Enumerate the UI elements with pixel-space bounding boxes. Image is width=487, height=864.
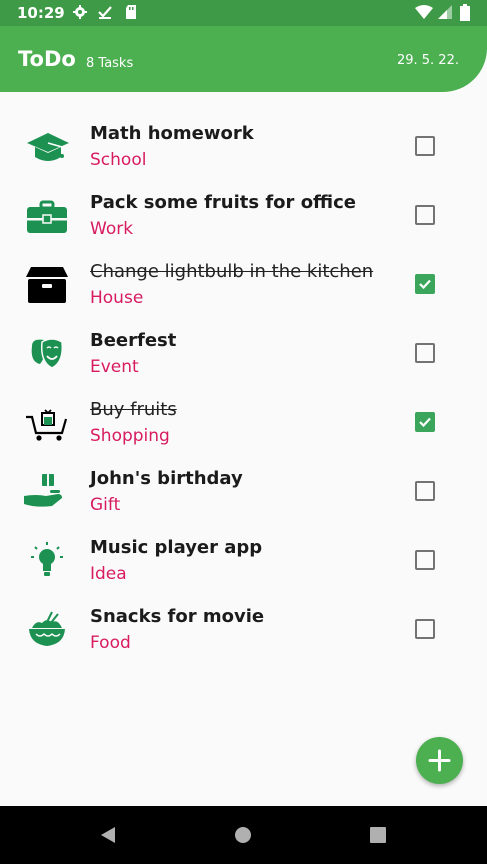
- app-title: ToDo: [18, 47, 76, 71]
- add-task-button[interactable]: [416, 737, 463, 784]
- task-category: Idea: [90, 564, 127, 584]
- task-title: Music player app: [90, 537, 263, 558]
- food-bowl-icon: [29, 611, 65, 646]
- graduation-cap-icon: [27, 133, 69, 161]
- wifi-icon: [415, 5, 433, 19]
- briefcase-icon: [27, 200, 67, 233]
- task-checkbox[interactable]: [415, 136, 435, 156]
- task-title: Buy fruits: [90, 399, 177, 420]
- task-item[interactable]: Music player app Idea: [0, 525, 487, 594]
- home-circle-icon[interactable]: [234, 826, 252, 844]
- status-bar: 10:29: [0, 0, 487, 26]
- signal-icon: [438, 5, 452, 19]
- settings-icon: [73, 5, 87, 19]
- task-title: Beerfest: [90, 330, 177, 351]
- task-count: 8 Tasks: [86, 56, 134, 71]
- task-category: Shopping: [90, 426, 170, 446]
- task-title: Pack some fruits for office: [90, 192, 357, 213]
- task-done-icon: [98, 6, 112, 19]
- task-title: Change lightbulb in the kitchen: [90, 261, 374, 282]
- back-triangle-icon[interactable]: [98, 825, 118, 845]
- task-title: Math homework: [90, 123, 254, 144]
- task-category: School: [90, 150, 147, 170]
- task-item[interactable]: Math homework School: [0, 111, 487, 180]
- current-date: 29. 5. 22.: [396, 53, 459, 68]
- task-checkbox[interactable]: [415, 205, 435, 225]
- task-title: John's birthday: [90, 468, 243, 489]
- system-nav-bar: [0, 806, 487, 864]
- task-category: Event: [90, 357, 139, 377]
- box-icon: [26, 267, 68, 303]
- theater-masks-icon: [31, 338, 64, 369]
- task-checkbox[interactable]: [415, 343, 435, 363]
- status-time: 10:29: [17, 4, 65, 22]
- gift-hand-icon: [24, 474, 62, 507]
- battery-icon: [460, 4, 470, 21]
- recents-square-icon[interactable]: [370, 827, 386, 843]
- lightbulb-icon: [31, 542, 63, 576]
- plus-icon: [428, 749, 451, 772]
- sd-card-icon: [126, 5, 136, 19]
- task-checkbox[interactable]: [415, 481, 435, 501]
- task-category: Work: [90, 219, 134, 239]
- task-checkbox[interactable]: [415, 619, 435, 639]
- task-item[interactable]: John's birthday Gift: [0, 456, 487, 525]
- task-item[interactable]: Beerfest Event: [0, 318, 487, 387]
- shopping-cart-icon: [26, 409, 68, 441]
- task-category: Gift: [90, 495, 121, 515]
- task-list: Math homework School Pack some fruits fo…: [0, 111, 487, 663]
- task-category: House: [90, 288, 144, 308]
- check-icon: [419, 417, 431, 428]
- task-checkbox[interactable]: [415, 412, 435, 432]
- task-item[interactable]: Change lightbulb in the kitchen House: [0, 249, 487, 318]
- task-category: Food: [90, 633, 131, 653]
- task-item[interactable]: Snacks for movie Food: [0, 594, 487, 663]
- task-item[interactable]: Buy fruits Shopping: [0, 387, 487, 456]
- task-checkbox[interactable]: [415, 274, 435, 294]
- task-title: Snacks for movie: [90, 606, 265, 627]
- check-icon: [419, 279, 431, 290]
- app-bar: ToDo 8 Tasks 29. 5. 22.: [0, 26, 487, 92]
- task-item[interactable]: Pack some fruits for office Work: [0, 180, 487, 249]
- task-checkbox[interactable]: [415, 550, 435, 570]
